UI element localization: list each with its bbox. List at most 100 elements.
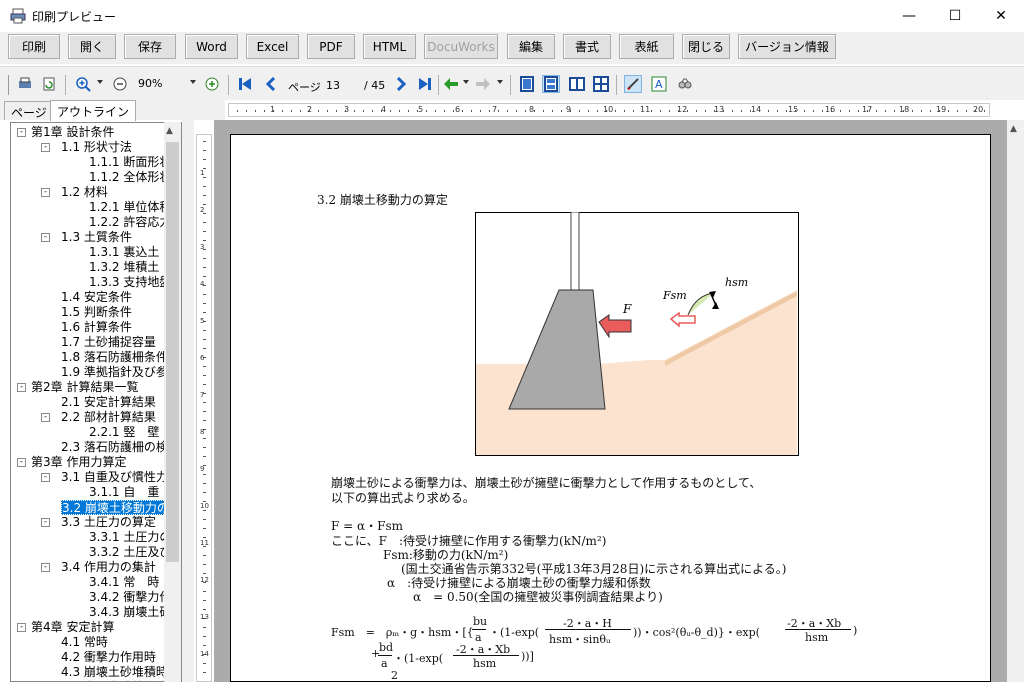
single-page-icon[interactable] [518, 75, 536, 93]
scroll-up-arrow-icon[interactable]: ▲ [1010, 124, 1017, 134]
first-page-icon[interactable] [236, 75, 254, 93]
ruler-tick [777, 110, 778, 112]
tree-item[interactable]: 第1章 設計条件 [31, 125, 114, 140]
tree-item[interactable]: 第2章 計算結果一覧 [31, 380, 138, 395]
refresh-icon[interactable] [40, 75, 58, 93]
tree-item[interactable]: 第3章 作用力算定 [31, 455, 126, 470]
tree-item[interactable]: 3.3.1 土圧力の [89, 530, 171, 545]
close-button[interactable]: ✕ [978, 0, 1024, 32]
hand-tool-icon[interactable] [624, 75, 642, 93]
tree-item[interactable]: 3.3.2 土圧及び [89, 545, 171, 560]
tree-item[interactable]: 1.1.2 全体形状 [89, 170, 171, 185]
tree-expander-icon[interactable]: - [17, 458, 26, 467]
zoom-plus-icon[interactable] [203, 75, 221, 93]
preview-scrollbar[interactable]: ▲ [1007, 120, 1024, 682]
tree-item[interactable]: 1.2.1 単位体積 [89, 200, 171, 215]
print-setup-icon[interactable] [16, 75, 34, 93]
tree-item[interactable]: 1.3.3 支持地盤 [89, 275, 171, 290]
tree-item[interactable]: 第4章 安定計算 [31, 620, 114, 635]
tab-outline[interactable]: アウトライン [50, 100, 137, 121]
back-icon[interactable] [442, 75, 460, 93]
tree-item[interactable]: 1.2 材料 [61, 185, 108, 200]
scroll-up-icon[interactable]: ▲ [166, 126, 173, 136]
tree-item[interactable]: 3.4 作用力の集計 [61, 560, 156, 575]
edit-button[interactable]: 編集 [507, 34, 555, 59]
page-number-input[interactable]: 13 [326, 79, 360, 92]
ruler-tick [282, 110, 283, 112]
last-page-icon[interactable] [416, 75, 434, 93]
tree-item[interactable]: 1.7 土砂捕捉容量 [61, 335, 156, 350]
tree-expander-icon[interactable]: - [41, 473, 50, 482]
prev-page-icon[interactable] [262, 75, 280, 93]
continuous-page-icon[interactable] [542, 75, 560, 93]
html-button[interactable]: HTML [363, 34, 416, 59]
tree-item[interactable]: 3.1 自重及び慣性力 [61, 470, 168, 485]
tree-item[interactable]: 3.3 土圧力の算定 [61, 515, 156, 530]
tree-item[interactable]: 4.2 衝撃力作用時 [61, 650, 156, 665]
tree-expander-icon[interactable]: - [41, 188, 50, 197]
tree-item[interactable]: 2.2 部材計算結果 [61, 410, 156, 425]
tree-expander-icon[interactable]: - [17, 623, 26, 632]
find-icon[interactable] [676, 75, 694, 93]
tree-item[interactable]: 4.3 崩壊土砂堆積時 [61, 665, 168, 680]
multi-page-icon[interactable] [592, 75, 610, 93]
tree-item[interactable]: 1.6 計算条件 [61, 320, 132, 335]
tree-item[interactable]: 2.1 安定計算結果 [61, 395, 156, 410]
formula-continuation: 2 [391, 669, 398, 682]
open-button[interactable]: 開く [68, 34, 116, 59]
tree-expander-icon[interactable]: - [41, 143, 50, 152]
tree-expander-icon[interactable]: - [41, 518, 50, 527]
next-page-icon[interactable] [392, 75, 410, 93]
tree-item[interactable]: 1.8 落石防護柵条件 [61, 350, 168, 365]
outline-tree[interactable]: - 第1章 設計条件 -1.1 形状寸法 1.1.1 断面形状 1.1.2 全体形状 -1… [10, 122, 182, 682]
tree-item[interactable]: 2.2.1 竪 壁 [89, 425, 159, 440]
text-select-icon[interactable]: A [650, 75, 668, 93]
word-button[interactable]: Word [185, 34, 238, 59]
minimize-button[interactable]: — [886, 0, 932, 32]
forward-icon[interactable] [474, 75, 492, 93]
tree-item[interactable]: 1.1 形状寸法 [61, 140, 132, 155]
tree-item[interactable]: 3.4.1 常 時 [89, 575, 159, 590]
zoom-in-dropdown[interactable] [97, 80, 103, 84]
docuworks-button[interactable]: DocuWorks [424, 34, 498, 59]
outline-scroll-thumb[interactable] [166, 142, 179, 562]
tree-item[interactable]: 3.4.3 崩壊土砂 [89, 605, 171, 620]
tree-item[interactable]: 1.3.2 堆積土 [89, 260, 159, 275]
tree-item[interactable]: 1.3.1 裏込土 [89, 245, 159, 260]
close-preview-button[interactable]: 閉じる [682, 34, 730, 59]
splitter[interactable] [182, 120, 194, 682]
format-button[interactable]: 書式 [563, 34, 611, 59]
tree-item[interactable]: 1.3 土質条件 [61, 230, 132, 245]
tree-expander-icon[interactable]: - [17, 383, 26, 392]
two-page-icon[interactable] [568, 75, 586, 93]
back-dropdown[interactable] [463, 80, 469, 84]
pdf-button[interactable]: PDF [307, 34, 355, 59]
tree-item[interactable]: 4.1 常時 [61, 635, 108, 650]
tree-item[interactable]: 1.9 準拠指針及び参 [61, 365, 168, 380]
tree-item[interactable]: 3.1.1 自 重 [89, 485, 159, 500]
tree-item[interactable]: 1.4 安定条件 [61, 290, 132, 305]
cover-button[interactable]: 表紙 [619, 34, 674, 59]
tree-item[interactable]: 1.2.2 許容応力 [89, 215, 171, 230]
tree-expander-icon[interactable]: - [17, 128, 26, 137]
version-info-button[interactable]: バージョン情報 [738, 34, 836, 59]
tree-expander-icon[interactable]: - [41, 233, 50, 242]
tree-expander-icon[interactable]: - [41, 563, 50, 572]
tree-item[interactable]: 3.4.2 衝撃力作 [89, 590, 171, 605]
tab-page[interactable]: ページ [4, 101, 54, 120]
save-button[interactable]: 保存 [124, 34, 176, 59]
tree-item[interactable]: 1.1.1 断面形状 [89, 155, 171, 170]
zoom-in-icon[interactable] [74, 75, 92, 93]
print-button[interactable]: 印刷 [8, 34, 60, 59]
ruler-tick [831, 110, 832, 112]
zoom-out-icon[interactable] [111, 75, 129, 93]
zoom-combobox[interactable]: 90% [133, 77, 191, 94]
tree-item[interactable]: 2.3 落石防護柵の検 [61, 440, 168, 455]
tree-item[interactable]: 3.2 崩壊土移動力の [61, 500, 170, 515]
tree-expander-icon[interactable]: - [41, 413, 50, 422]
excel-button[interactable]: Excel [246, 34, 299, 59]
maximize-button[interactable]: ☐ [932, 0, 978, 32]
tree-item[interactable]: 1.5 判断条件 [61, 305, 132, 320]
zoom-dropdown-arrow[interactable] [190, 80, 196, 84]
forward-dropdown[interactable] [497, 80, 503, 84]
